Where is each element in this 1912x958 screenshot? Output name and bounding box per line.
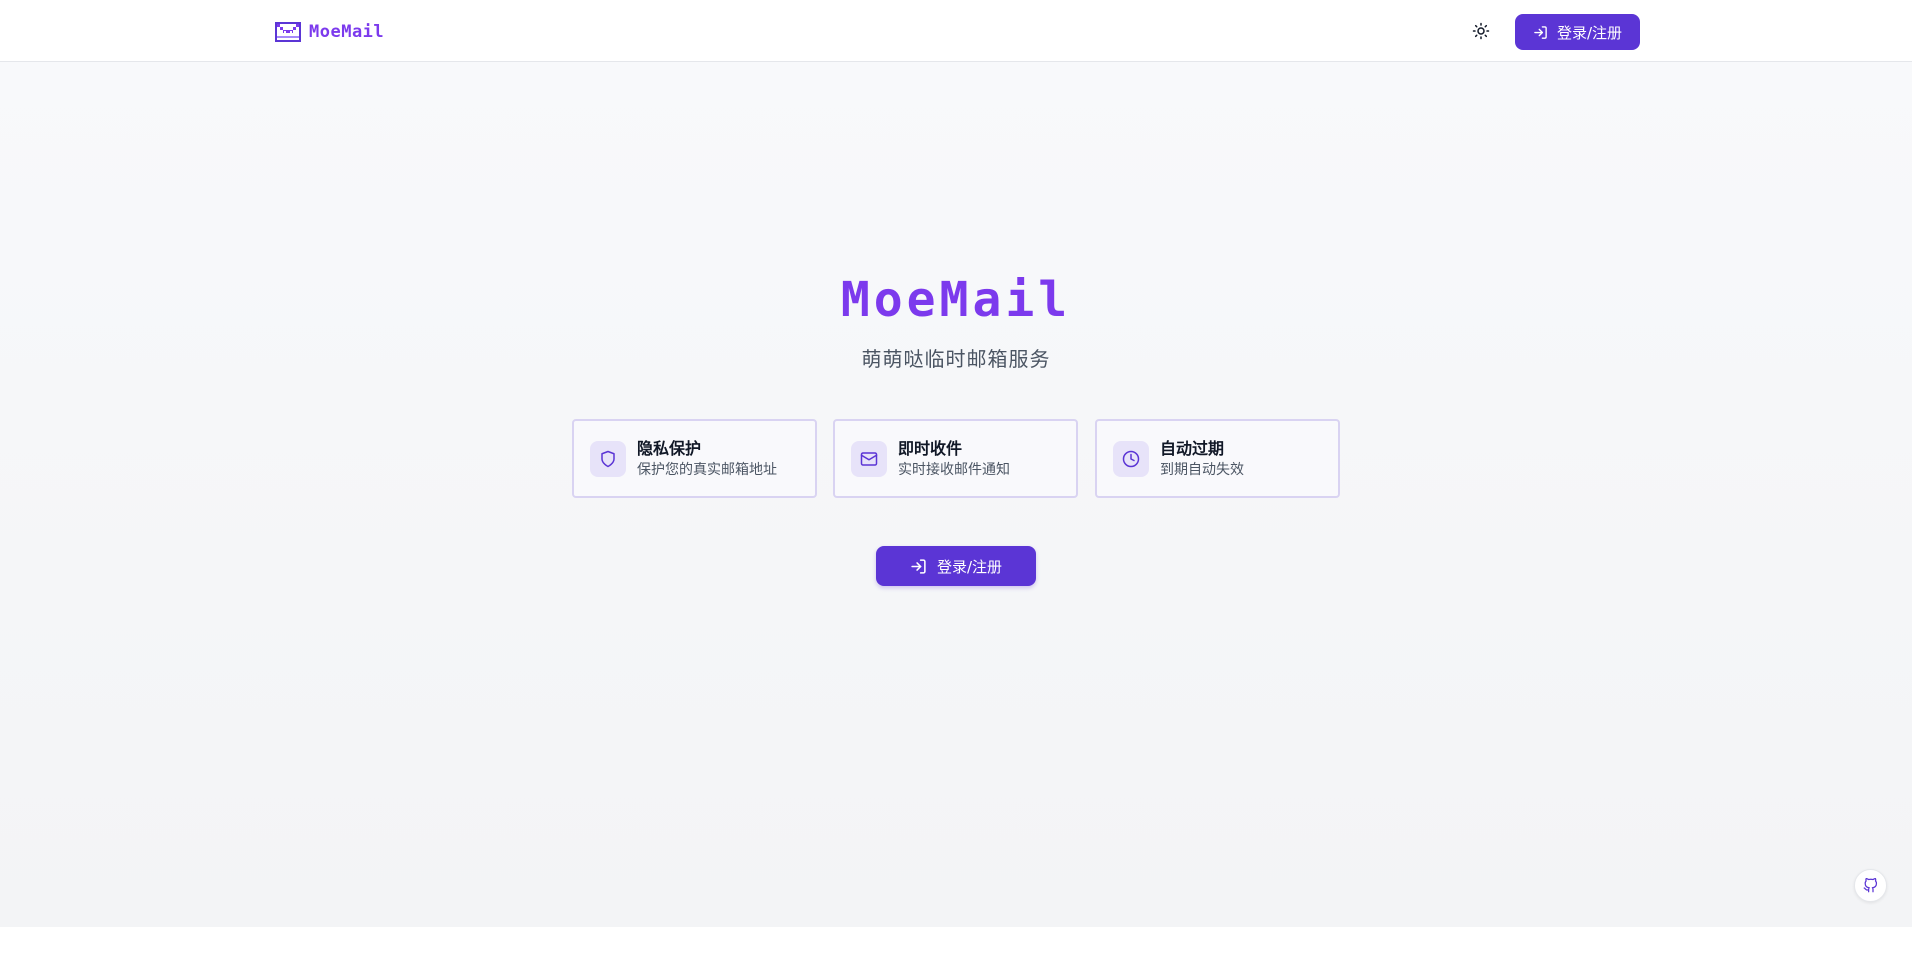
feature-description: 保护您的真实邮箱地址 xyxy=(637,461,777,478)
sun-icon xyxy=(1472,22,1490,40)
feature-card-auto-expire: 自动过期 到期自动失效 xyxy=(1095,419,1340,498)
cta-login-label: 登录/注册 xyxy=(936,557,1003,576)
header-login-button[interactable]: 登录/注册 xyxy=(1515,14,1640,50)
feature-title: 隐私保护 xyxy=(637,438,702,458)
theme-toggle-button[interactable] xyxy=(1468,18,1494,44)
feature-description: 到期自动失效 xyxy=(1160,461,1244,478)
feature-icon-container xyxy=(590,440,626,477)
log-in-icon xyxy=(1534,25,1547,39)
feature-title: 即时收件 xyxy=(898,438,963,458)
logo-text: MoeMail xyxy=(309,22,385,42)
feature-title: 自动过期 xyxy=(1160,438,1225,458)
top-nav: MoeMail 登录/注册 xyxy=(0,0,1912,62)
clock-icon xyxy=(1122,450,1140,467)
feature-icon-container xyxy=(851,440,887,477)
cta-login-button[interactable]: 登录/注册 xyxy=(876,546,1036,586)
main-content: MoeMail 萌萌哒临时邮箱服务 隐私保护 保护您的真实邮箱地址 即时收件 实… xyxy=(0,62,1912,927)
feature-icon-container xyxy=(1113,440,1149,477)
mail-icon xyxy=(860,451,878,466)
feature-card-instant-inbox: 即时收件 实时接收邮件通知 xyxy=(833,419,1078,498)
hero-title: MoeMail xyxy=(840,272,1072,328)
header-login-label: 登录/注册 xyxy=(1556,23,1623,42)
log-in-icon xyxy=(911,558,926,574)
logo-envelope-icon xyxy=(275,22,301,42)
github-icon xyxy=(1863,878,1878,893)
page: MoeMail 登录/注册 MoeMail 萌萌哒临时邮箱服务 隐私保护 保护您… xyxy=(0,0,1912,958)
feature-description: 实时接收邮件通知 xyxy=(898,461,1010,478)
hero-subtitle: 萌萌哒临时邮箱服务 xyxy=(861,347,1051,371)
shield-icon xyxy=(601,450,615,467)
logo-link[interactable]: MoeMail xyxy=(275,20,384,44)
github-link-button[interactable] xyxy=(1854,869,1887,902)
feature-card-privacy: 隐私保护 保护您的真实邮箱地址 xyxy=(572,419,817,498)
